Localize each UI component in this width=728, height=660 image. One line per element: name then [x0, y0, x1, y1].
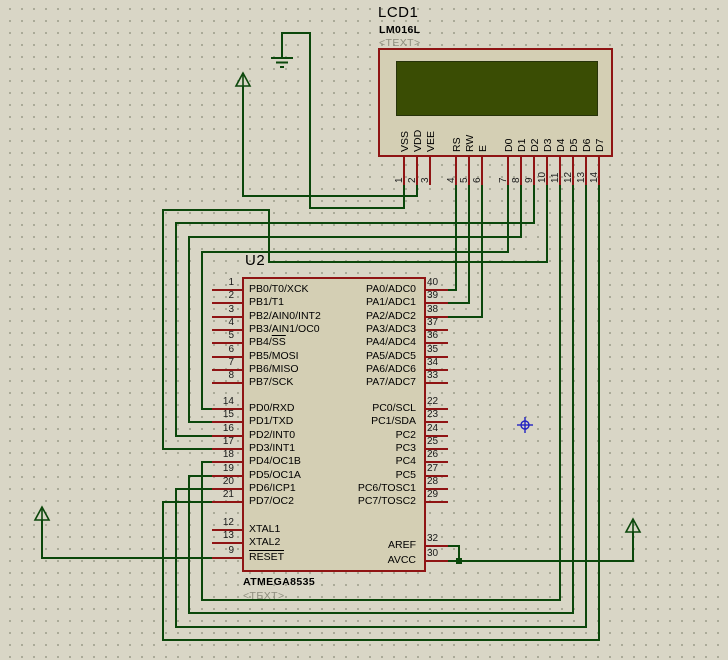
mcu-pin-name: PB7/SCK: [249, 377, 293, 388]
mcu-pin-name: PC1/SDA: [294, 416, 416, 427]
mcu-pin-name: PD7/OC2: [249, 496, 294, 507]
mcu-pin-number: 2: [209, 290, 234, 301]
mcu-pin-name: PC2: [294, 430, 416, 441]
mcu-pin-name: PC4: [294, 456, 416, 467]
mcu-pin-name: PA5/ADC5: [294, 351, 416, 362]
mcu-pin-number: 22: [427, 396, 452, 407]
mcu-pin-name: PB5/MOSI: [249, 351, 299, 362]
mcu-pin-name: PA6/ADC6: [294, 364, 416, 375]
mcu-pin-number: 36: [427, 330, 452, 341]
mcu-pin-number: 21: [209, 489, 234, 500]
mcu-pin-number: 26: [427, 449, 452, 460]
mcu-pin-name: PC3: [294, 443, 416, 454]
mcu-pin-name: RESET: [249, 552, 284, 563]
mcu-pin-name: PB4/SS: [249, 337, 286, 348]
mcu-pin-number: 7: [209, 357, 234, 368]
schematic-canvas: LCD1 LM016L <TEXT> U2 ATMEGA8535 <TEXT> …: [0, 0, 728, 660]
mcu-pin-name: PD6/ICP1: [249, 483, 296, 494]
mcu-pin-name: PC0/SCL: [294, 403, 416, 414]
mcu-pin-number: 23: [427, 409, 452, 420]
mcu-pin-number: 12: [209, 517, 234, 528]
mcu-pin-number: 25: [427, 436, 452, 447]
mcu-pin-number: 27: [427, 463, 452, 474]
mcu-pin-number: 14: [209, 396, 234, 407]
mcu-pin-number: 15: [209, 409, 234, 420]
mcu-pin-name: PC5: [294, 470, 416, 481]
mcu-pin-number: 18: [209, 449, 234, 460]
mcu-pin-number: 34: [427, 357, 452, 368]
mcu-pin-name: PC6/TOSC1: [294, 483, 416, 494]
mcu-pin-name: PB6/MISO: [249, 364, 299, 375]
mcu-pin-name: PD0/RXD: [249, 403, 295, 414]
mcu-pin-number: 16: [209, 423, 234, 434]
mcu-pin-number: 9: [209, 545, 234, 556]
mcu-pin-number: 20: [209, 476, 234, 487]
mcu-pin-number: 19: [209, 463, 234, 474]
mcu-pin-number: 35: [427, 344, 452, 355]
mcu-pin-name: AVCC: [294, 555, 416, 566]
mcu-pin-name: PA7/ADC7: [294, 377, 416, 388]
mcu-pin-name: PA1/ADC1: [294, 297, 416, 308]
mcu-pin-number: 29: [427, 489, 452, 500]
pin-labels-layer: 1PB0/T0/XCK2PB1/T13PB2/AIN0/INT24PB3/AIN…: [0, 0, 728, 660]
mcu-pin-number: 4: [209, 317, 234, 328]
mcu-pin-name: XTAL1: [249, 524, 280, 535]
mcu-pin-number: 37: [427, 317, 452, 328]
mcu-pin-number: 28: [427, 476, 452, 487]
mcu-pin-number: 6: [209, 344, 234, 355]
mcu-pin-number: 33: [427, 370, 452, 381]
mcu-pin-number: 39: [427, 290, 452, 301]
mcu-pin-name: PD3/INT1: [249, 443, 295, 454]
mcu-pin-name: PA3/ADC3: [294, 324, 416, 335]
mcu-pin-name: PA4/ADC4: [294, 337, 416, 348]
mcu-pin-name: PA2/ADC2: [294, 311, 416, 322]
mcu-pin-number: 3: [209, 304, 234, 315]
mcu-pin-name: PA0/ADC0: [294, 284, 416, 295]
mcu-pin-number: 5: [209, 330, 234, 341]
mcu-pin-name: XTAL2: [249, 537, 280, 548]
mcu-pin-number: 32: [427, 533, 452, 544]
mcu-pin-number: 38: [427, 304, 452, 315]
mcu-pin-name: PD1/TXD: [249, 416, 293, 427]
mcu-pin-number: 30: [427, 548, 452, 559]
mcu-pin-number: 24: [427, 423, 452, 434]
mcu-pin-number: 17: [209, 436, 234, 447]
mcu-pin-name: PD2/INT0: [249, 430, 295, 441]
mcu-pin-name: PB1/T1: [249, 297, 284, 308]
mcu-pin-number: 8: [209, 370, 234, 381]
mcu-pin-name: AREF: [294, 540, 416, 551]
mcu-pin-number: 1: [209, 277, 234, 288]
mcu-pin-name: PC7/TOSC2: [294, 496, 416, 507]
mcu-pin-number: 40: [427, 277, 452, 288]
mcu-pin-number: 13: [209, 530, 234, 541]
